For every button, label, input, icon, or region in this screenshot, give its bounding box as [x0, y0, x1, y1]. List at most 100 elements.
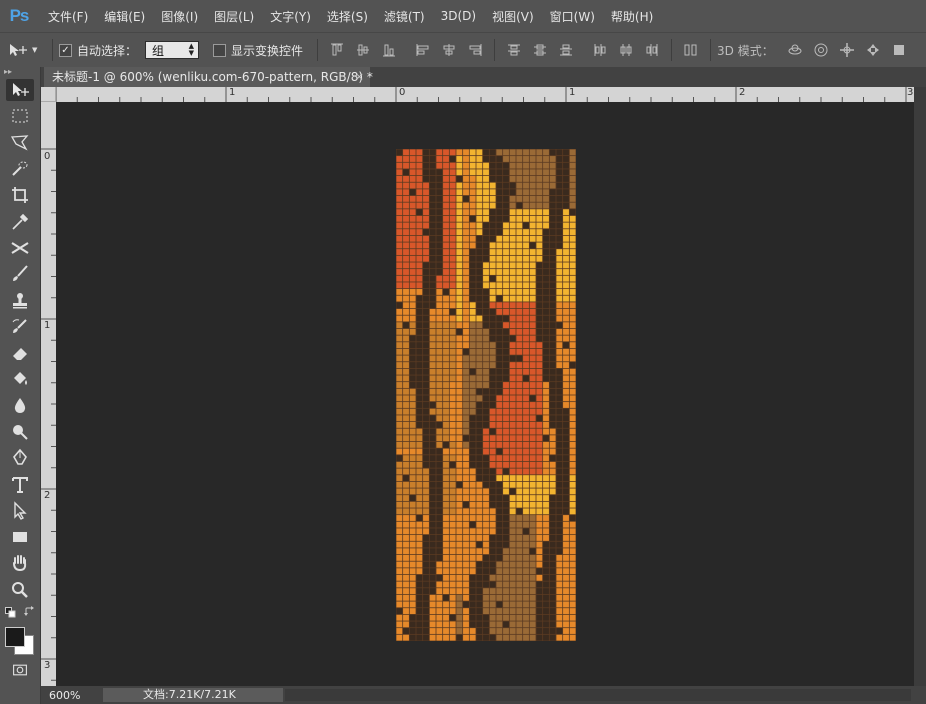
color-swap-row [0, 603, 40, 625]
quick-selection-tool[interactable] [0, 156, 40, 182]
distribute-top-edges-icon[interactable] [506, 42, 522, 58]
healing-brush-tool[interactable] [0, 235, 40, 261]
menu-image[interactable]: 图像(I) [161, 8, 198, 25]
drop-icon [14, 397, 26, 413]
3d-orbit-icon[interactable] [787, 42, 803, 58]
menu-layer[interactable]: 图层(L) [214, 8, 254, 25]
menu-view[interactable]: 视图(V) [492, 8, 534, 25]
default-colors-icon[interactable] [5, 606, 16, 618]
shape-tool[interactable] [0, 524, 40, 550]
eyedropper-tool[interactable] [0, 208, 40, 234]
quick-mask-icon [13, 664, 27, 676]
eraser-icon [13, 348, 27, 361]
document-tab-bar: 未标题-1 @ 600% (wenliku.com-670-pattern, R… [41, 67, 926, 87]
history-brush-tool[interactable] [0, 314, 40, 340]
type-icon [12, 476, 28, 493]
zoom-icon [12, 581, 28, 598]
crop-tool[interactable] [0, 182, 40, 208]
menu-file[interactable]: 文件(F) [48, 8, 88, 25]
dodge-icon [13, 425, 28, 440]
align-horizontal-centers-icon[interactable] [441, 42, 457, 58]
distribute-left-edges-icon[interactable] [592, 42, 608, 58]
separator [494, 39, 496, 61]
menu-3d[interactable]: 3D(D) [441, 9, 476, 23]
auto-select-dropdown[interactable]: 组 ▲ ▼ [145, 41, 200, 59]
menu-filter[interactable]: 滤镜(T) [384, 8, 425, 25]
zoom-tool[interactable] [0, 577, 40, 603]
zoom-level[interactable]: 600% [41, 689, 97, 702]
menu-bar: Ps 文件(F) 编辑(E) 图像(I) 图层(L) 文字(Y) 选择(S) 滤… [0, 0, 926, 32]
align-top-edges-icon[interactable] [329, 42, 345, 58]
ruler-label: 0 [44, 151, 51, 162]
show-transform-checkbox[interactable] [213, 43, 227, 57]
ruler-origin[interactable] [41, 87, 56, 102]
horizontal-ruler-ticks [55, 87, 907, 102]
distribute-right-edges-icon[interactable] [644, 42, 660, 58]
blur-tool[interactable] [0, 393, 40, 419]
auto-align-layers-icon[interactable] [683, 42, 699, 58]
3d-pan-icon[interactable] [839, 42, 855, 58]
hand-tool[interactable] [0, 550, 40, 576]
type-tool[interactable] [0, 471, 40, 497]
dodge-tool[interactable] [0, 419, 40, 445]
menu-type[interactable]: 文字(Y) [270, 8, 311, 25]
photoshop-logo: Ps [9, 6, 30, 25]
pen-tool[interactable] [0, 445, 40, 471]
tool-preset-picker[interactable]: ▼ [8, 42, 46, 58]
document-tab-title: 未标题-1 @ 600% (wenliku.com-670-pattern, R… [52, 70, 373, 84]
move-tool[interactable] [0, 77, 40, 103]
menu-select[interactable]: 选择(S) [327, 8, 368, 25]
3d-mode-label: 3D 模式： [717, 43, 774, 58]
eraser-tool[interactable] [0, 340, 40, 366]
menu-help[interactable]: 帮助(H) [611, 8, 653, 25]
show-transform-label: 显示变换控件 [231, 43, 304, 58]
clone-stamp-tool[interactable] [0, 287, 40, 313]
status-bar: 600% 文档:7.21K/7.21K ▶ [41, 686, 926, 704]
horizontal-scrollbar[interactable] [285, 689, 911, 701]
canvas-area[interactable] [56, 102, 914, 686]
quick-mask-tool[interactable] [0, 659, 40, 681]
distribute-horizontal-centers-icon[interactable] [618, 42, 634, 58]
swap-colors-icon[interactable] [24, 605, 35, 617]
eyedropper-icon [12, 213, 29, 230]
3d-slide-icon[interactable] [865, 42, 881, 58]
pen-icon [13, 449, 27, 466]
brush-tool[interactable] [0, 261, 40, 287]
align-bottom-edges-icon[interactable] [381, 42, 397, 58]
align-vertical-centers-icon[interactable] [355, 42, 371, 58]
document-info[interactable]: 文档:7.21K/7.21K ▶ [103, 688, 323, 702]
pattern-image [396, 149, 576, 641]
path-selection-tool[interactable] [0, 498, 40, 524]
brush-icon [13, 265, 28, 282]
paint-bucket-tool[interactable] [0, 366, 40, 392]
close-icon[interactable]: × [355, 67, 364, 87]
rectangular-marquee-icon [12, 109, 28, 123]
ruler-label: 1 [569, 87, 576, 98]
ruler-label: 0 [399, 87, 406, 98]
panel-collapse-icon[interactable]: ▸▸ [0, 67, 40, 77]
align-left-edges-icon[interactable] [415, 42, 431, 58]
3d-roll-icon[interactable] [813, 42, 829, 58]
align-right-edges-icon[interactable] [467, 42, 483, 58]
distribute-vertical-centers-icon[interactable] [532, 42, 548, 58]
ruler-label: 2 [739, 87, 746, 98]
marquee-tool[interactable] [0, 103, 40, 129]
foreground-color-swatch[interactable] [5, 626, 25, 647]
move-tool-icon [10, 44, 27, 56]
3d-scale-icon[interactable] [891, 42, 907, 58]
stepper-arrows-icon: ▲ ▼ [188, 42, 195, 57]
ruler-label: 3 [907, 87, 914, 98]
horizontal-ruler[interactable]: 2 1 0 1 2 3 [41, 87, 914, 102]
ruler-label: 1 [229, 87, 236, 98]
distribute-bottom-edges-icon[interactable] [558, 42, 574, 58]
separator [671, 39, 673, 61]
lasso-tool[interactable] [0, 130, 40, 156]
path-selection-icon [14, 501, 27, 520]
auto-select-checkbox[interactable]: ✓ [59, 43, 72, 57]
vertical-scrollbar[interactable] [914, 87, 926, 686]
document-tab[interactable]: 未标题-1 @ 600% (wenliku.com-670-pattern, R… [44, 67, 373, 87]
ruler-label: 1 [44, 320, 51, 331]
vertical-ruler[interactable]: 0 1 2 3 [41, 102, 56, 686]
menu-edit[interactable]: 编辑(E) [104, 8, 145, 25]
menu-window[interactable]: 窗口(W) [550, 8, 595, 25]
